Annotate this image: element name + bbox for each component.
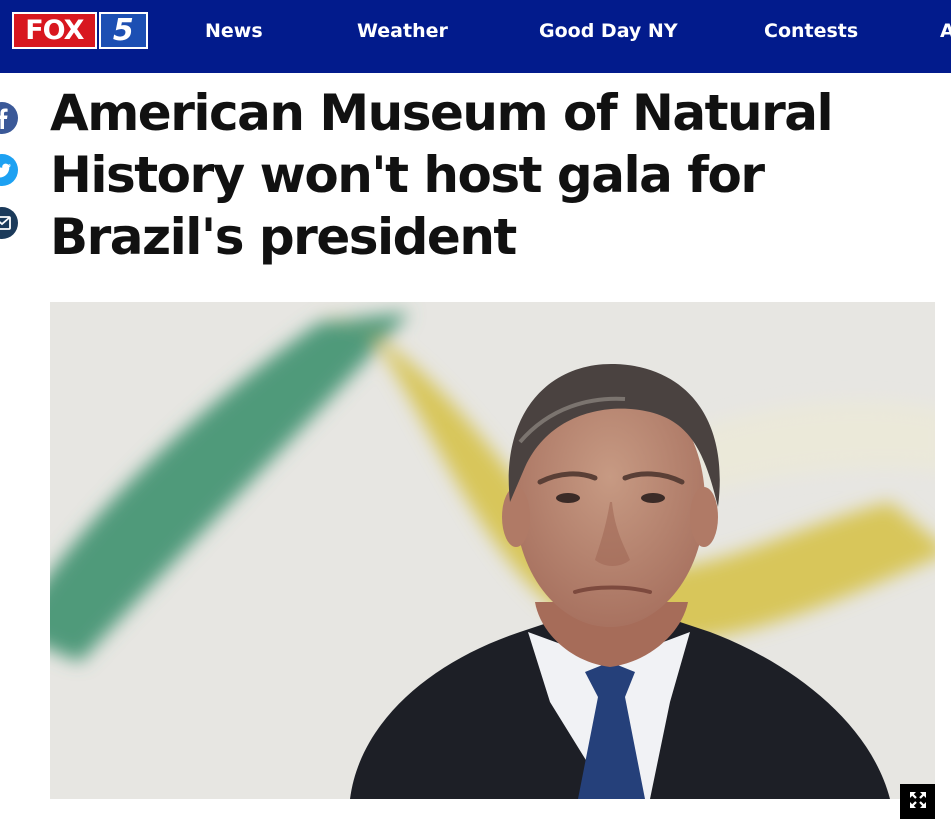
fox5-logo[interactable]: FOX 5	[12, 12, 148, 49]
expand-image-button[interactable]	[900, 784, 935, 819]
twitter-share-button[interactable]	[0, 154, 18, 186]
twitter-icon	[0, 154, 18, 186]
logo-brand: FOX	[12, 12, 97, 49]
expand-icon	[908, 790, 928, 814]
article-headline: American Museum of Natural History won't…	[50, 84, 834, 266]
nav-item-contests[interactable]: Contests	[764, 20, 858, 42]
hero-image	[50, 302, 935, 799]
nav-item-news[interactable]: News	[205, 20, 263, 42]
nav-item-weather[interactable]: Weather	[357, 20, 448, 42]
nav-item-truncated[interactable]: A	[940, 20, 951, 42]
facebook-share-button[interactable]	[0, 102, 18, 134]
email-icon	[0, 207, 18, 239]
facebook-icon	[0, 102, 18, 134]
email-share-button[interactable]	[0, 207, 18, 239]
nav-item-good-day-ny[interactable]: Good Day NY	[539, 20, 678, 42]
nav-overflow: A	[940, 20, 951, 46]
top-nav-bar: FOX 5 News Weather Good Day NY Contests …	[0, 0, 951, 73]
logo-channel: 5	[98, 12, 148, 49]
